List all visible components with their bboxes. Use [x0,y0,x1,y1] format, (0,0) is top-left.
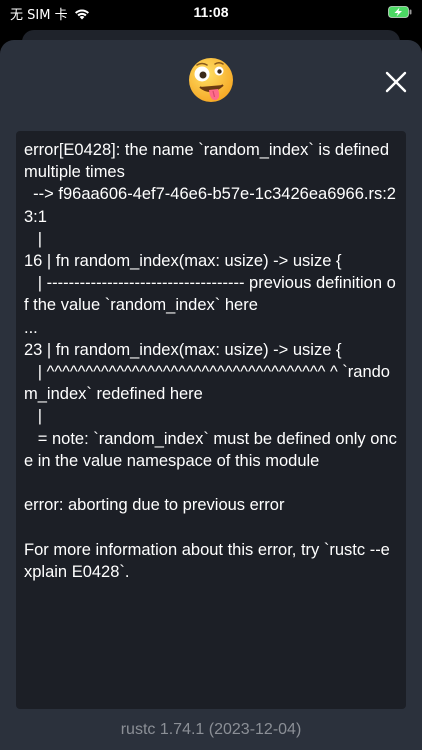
status-bar: 无 SIM 卡 11:08 [0,0,422,26]
status-time: 11:08 [193,4,229,20]
battery-charging-icon [388,6,412,18]
close-icon [385,71,407,93]
compiler-output-text: error[E0428]: the name `random_index` is… [24,141,397,581]
close-button[interactable] [382,68,410,96]
compiler-output-panel[interactable]: error[E0428]: the name `random_index` is… [16,131,406,709]
zany-face-icon [189,58,233,102]
compiler-version-label: rustc 1.74.1 (2023-12-04) [120,721,302,738]
